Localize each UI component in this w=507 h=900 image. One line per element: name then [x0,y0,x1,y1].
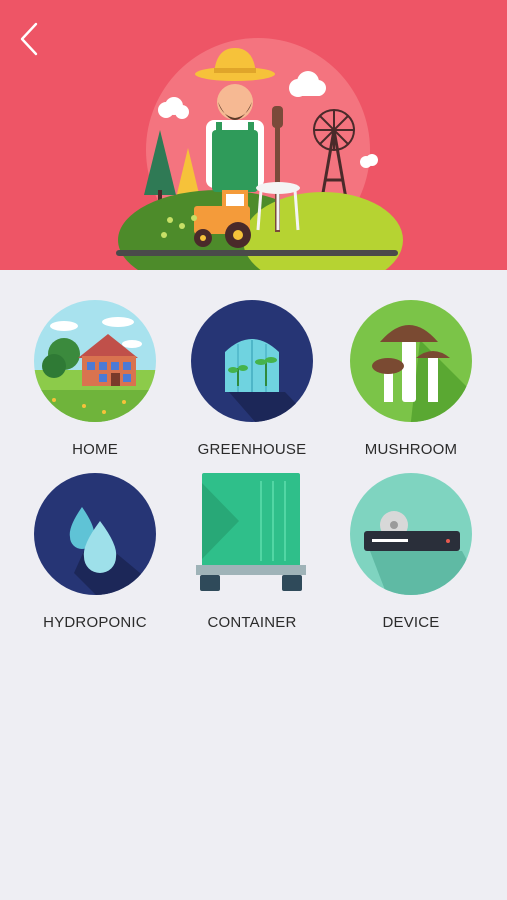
device-icon [350,473,472,595]
chevron-left-icon [20,22,38,56]
category-home[interactable]: HOME [19,270,169,458]
greenhouse-icon [191,300,313,422]
header-banner [0,0,507,270]
house-icon [34,300,156,422]
category-mushroom[interactable]: MUSHROOM [335,270,485,458]
category-device[interactable]: DEVICE [335,443,485,631]
category-greenhouse[interactable]: GREENHOUSE [176,270,326,458]
farmer-illustration [116,38,403,270]
category-grid: HOME GREENHOUSE MUSHROOM HYDROPONIC CONT… [0,270,507,900]
shipping-container-icon [196,473,306,591]
category-label-device: DEVICE [382,614,440,631]
category-label-container: CONTAINER [207,614,297,631]
mushroom-icon [350,300,472,422]
category-label-hydroponic: HYDROPONIC [43,614,147,631]
water-drops-icon [34,473,156,595]
category-container[interactable]: CONTAINER [176,443,326,631]
category-hydroponic[interactable]: HYDROPONIC [19,443,169,631]
back-button[interactable] [14,18,50,58]
